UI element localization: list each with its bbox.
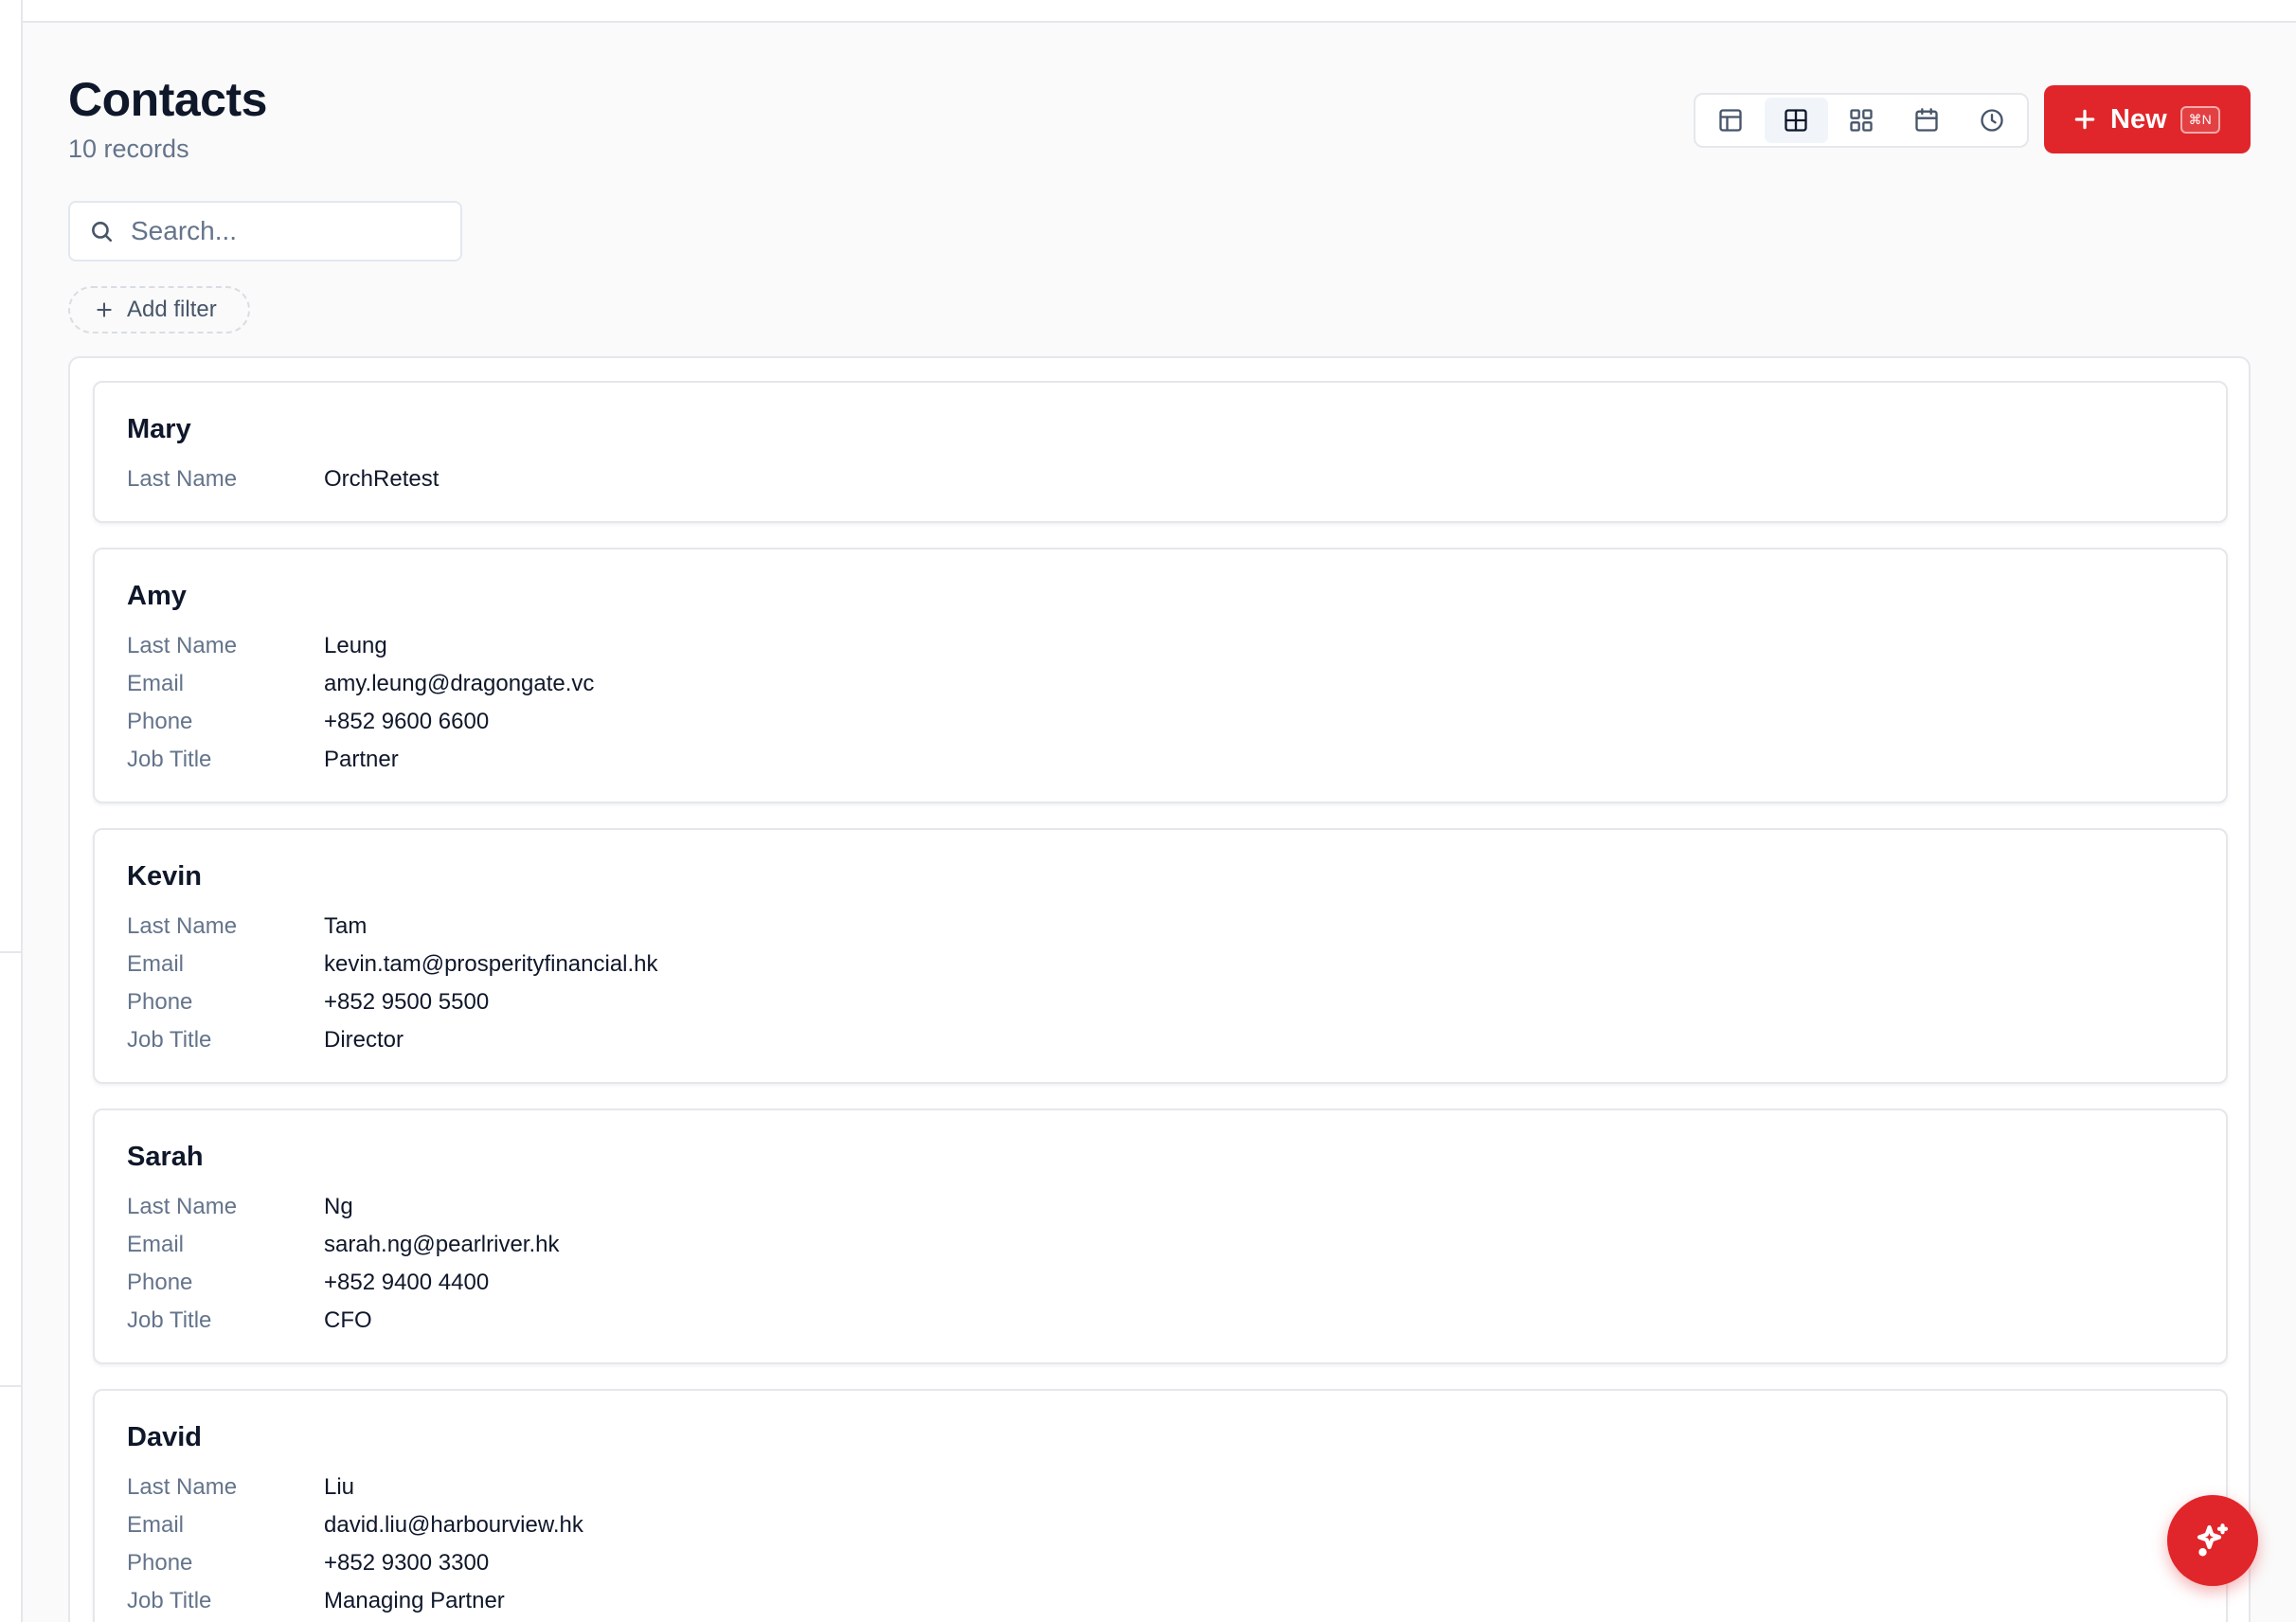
field-value: david.liu@harbourview.hk (324, 1512, 583, 1538)
timeline-icon (1980, 109, 2003, 132)
field-value: Ng (324, 1194, 353, 1219)
contact-card[interactable]: Amy Last Name Leung Email amy.leung@drag… (93, 548, 2228, 803)
field-label: Email (127, 1232, 185, 1257)
sparkles-icon (2197, 1523, 2229, 1557)
shortcut-badge: ⌘N (2179, 105, 2220, 134)
field-label: Last Name (127, 1194, 238, 1219)
field-label: Last Name (127, 466, 238, 492)
field-label: Last Name (127, 1474, 238, 1500)
view-gallery-button[interactable] (1830, 98, 1893, 143)
view-table-button[interactable] (1699, 98, 1763, 143)
search-input[interactable] (131, 216, 415, 246)
field-value: sarah.ng@pearlriver.hk (324, 1232, 560, 1257)
field-value: Liu (324, 1474, 355, 1500)
contact-name: David (127, 1422, 202, 1452)
field-label: Email (127, 671, 185, 696)
view-timeline-button[interactable] (1960, 98, 2023, 143)
field-row: Last Name Liu (127, 1469, 2194, 1506)
field-value: Director (324, 1027, 404, 1053)
contact-card[interactable]: Sarah Last Name Ng Email sarah.ng@pearlr… (93, 1108, 2228, 1364)
search-icon (92, 222, 113, 243)
field-label: Email (127, 951, 185, 977)
field-row: Job Title Managing Partner (127, 1582, 2194, 1620)
contact-card[interactable]: David Last Name Liu Email david.liu@harb… (93, 1389, 2228, 1622)
field-row: Email kevin.tam@prosperityfinancial.hk (127, 946, 2194, 983)
contact-card[interactable]: Kevin Last Name Tam Email kevin.tam@pros… (93, 828, 2228, 1084)
field-value: kevin.tam@prosperityfinancial.hk (324, 951, 658, 977)
add-filter-button[interactable]: Add filter (68, 286, 250, 333)
field-label: Phone (127, 1550, 193, 1576)
calendar-icon (1915, 108, 1938, 132)
field-row: Last Name Tam (127, 908, 2194, 946)
field-row: Email david.liu@harbourview.hk (127, 1506, 2194, 1544)
plus-icon (97, 302, 112, 317)
record-count: 10 records (68, 135, 189, 163)
field-row: Last Name OrchRetest (127, 460, 2194, 498)
field-label: Job Title (127, 1307, 212, 1333)
plus-icon (2072, 107, 2097, 132)
field-value: +852 9300 3300 (324, 1550, 490, 1576)
field-value: Leung (324, 633, 387, 658)
view-calendar-button[interactable] (1894, 98, 1958, 143)
left-sidebar-edge (0, 0, 23, 1622)
field-row: Job Title CFO (127, 1302, 2194, 1340)
field-row: Email amy.leung@dragongate.vc (127, 665, 2194, 703)
field-row: Email sarah.ng@pearlriver.hk (127, 1226, 2194, 1264)
view-board-button[interactable] (1764, 98, 1828, 143)
new-button-label: New (2110, 103, 2167, 135)
ai-assistant-button[interactable] (2167, 1495, 2258, 1586)
table-icon (1719, 109, 1743, 132)
view-switcher (1694, 93, 2029, 148)
field-value: amy.leung@dragongate.vc (324, 671, 595, 696)
field-row: Phone +852 9400 4400 (127, 1264, 2194, 1302)
sidebar-divider (0, 1385, 21, 1387)
field-value: OrchRetest (324, 466, 439, 492)
field-label: Last Name (127, 633, 238, 658)
field-label: Email (127, 1512, 185, 1538)
contact-name: Sarah (127, 1142, 204, 1172)
contact-name: Kevin (127, 861, 202, 892)
sidebar-divider (0, 951, 21, 953)
field-label: Phone (127, 709, 193, 734)
field-label: Job Title (127, 1588, 212, 1613)
gallery-icon (1850, 109, 1873, 132)
field-label: Last Name (127, 913, 238, 939)
field-label: Job Title (127, 1027, 212, 1053)
field-value: Managing Partner (324, 1588, 505, 1613)
field-label: Phone (127, 989, 193, 1015)
contact-name: Amy (127, 581, 187, 611)
new-record-button[interactable]: New ⌘N (2044, 85, 2251, 153)
field-value: Partner (324, 747, 399, 772)
field-row: Job Title Partner (127, 741, 2194, 779)
field-row: Phone +852 9600 6600 (127, 703, 2194, 741)
contact-card[interactable]: Mary Last Name OrchRetest (93, 381, 2228, 523)
field-row: Last Name Leung (127, 627, 2194, 665)
field-value: +852 9400 4400 (324, 1270, 490, 1295)
add-filter-label: Add filter (127, 297, 217, 322)
field-row: Phone +852 9300 3300 (127, 1544, 2194, 1582)
field-value: +852 9500 5500 (324, 989, 490, 1015)
field-row: Job Title Director (127, 1021, 2194, 1059)
main-content: Contacts 10 records New ⌘N Add filter (23, 25, 2296, 1622)
contacts-list: Mary Last Name OrchRetest Amy Last Name … (68, 356, 2251, 1622)
board-icon (1785, 109, 1807, 132)
contact-name: Mary (127, 414, 191, 444)
search-box (68, 201, 462, 261)
field-value: +852 9600 6600 (324, 709, 490, 734)
field-value: Tam (324, 913, 368, 939)
field-label: Job Title (127, 747, 212, 772)
field-row: Last Name Ng (127, 1188, 2194, 1226)
field-value: CFO (324, 1307, 372, 1333)
field-label: Phone (127, 1270, 193, 1295)
page-title: Contacts (68, 73, 267, 126)
top-bar (0, 0, 2296, 23)
field-row: Phone +852 9500 5500 (127, 983, 2194, 1021)
